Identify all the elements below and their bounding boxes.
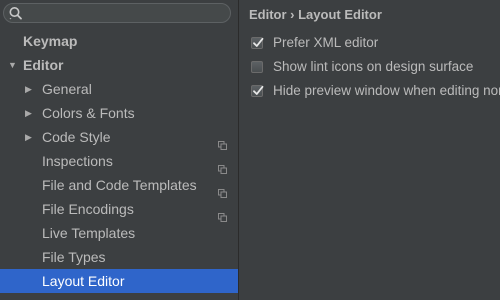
option-label: Show lint icons on design surface <box>273 59 474 74</box>
sidebar-item-colors-and-fonts[interactable]: ▶ Colors & Fonts <box>0 101 238 125</box>
sidebar-item-editor[interactable]: ▼ Editor <box>0 53 238 77</box>
sidebar-item-label: Colors & Fonts <box>42 105 135 121</box>
checkmark-icon <box>253 85 264 95</box>
settings-sidebar: Keymap ▼ Editor ▶ General ▶ Colors & Fonts ▶ Cod… <box>0 0 238 300</box>
sidebar-item-file-types[interactable]: File Types <box>0 245 238 269</box>
sidebar-item-label: Keymap <box>23 33 78 49</box>
expand-arrow-right-icon[interactable]: ▶ <box>25 125 35 149</box>
sidebar-item-file-and-code-templates[interactable]: File and Code Templates <box>0 173 238 198</box>
sidebar-item-code-style[interactable]: ▶ Code Style <box>0 125 238 150</box>
sidebar-item-label: File Types <box>42 249 106 265</box>
option-label: Hide preview window when editing non-lay… <box>273 83 500 98</box>
sidebar-item-label: Editor <box>23 57 64 73</box>
settings-search-field[interactable] <box>3 3 231 23</box>
project-settings-icon <box>218 181 227 198</box>
sidebar-item-label: General <box>42 81 92 97</box>
sidebar-item-label: Code Style <box>42 129 111 145</box>
sidebar-item-general[interactable]: ▶ General <box>0 77 238 101</box>
checkbox-checked[interactable] <box>251 37 264 49</box>
sidebar-item-inspections[interactable]: Inspections <box>0 149 238 174</box>
checkbox-checked[interactable] <box>251 85 264 97</box>
checkmark-icon <box>253 37 264 47</box>
expand-arrow-right-icon[interactable]: ▶ <box>25 101 35 125</box>
sidebar-item-live-templates[interactable]: Live Templates <box>0 221 238 245</box>
option-label: Prefer XML editor <box>273 35 379 50</box>
sidebar-item-layout-editor[interactable]: Layout Editor <box>0 269 238 293</box>
sidebar-item-label: File and Code Templates <box>42 177 197 193</box>
sidebar-item-label: File Encodings <box>42 201 134 217</box>
sidebar-item-keymap[interactable]: Keymap <box>0 29 238 53</box>
sidebar-item-label: Live Templates <box>42 225 136 241</box>
page-breadcrumb: Editor › Layout Editor <box>249 7 382 22</box>
settings-content: Editor › Layout Editor Prefer XML editor… <box>239 0 500 300</box>
project-settings-icon <box>218 205 227 222</box>
search-icon <box>8 5 24 21</box>
project-settings-icon <box>218 157 227 174</box>
project-settings-icon <box>218 133 227 150</box>
sidebar-item-label: Inspections <box>42 153 113 169</box>
expand-arrow-down-icon[interactable]: ▼ <box>8 53 18 77</box>
sidebar-item-label: Layout Editor <box>42 273 125 289</box>
sidebar-item-file-encodings[interactable]: File Encodings <box>0 197 238 222</box>
expand-arrow-right-icon[interactable]: ▶ <box>25 77 35 101</box>
checkbox-unchecked[interactable] <box>251 61 263 73</box>
